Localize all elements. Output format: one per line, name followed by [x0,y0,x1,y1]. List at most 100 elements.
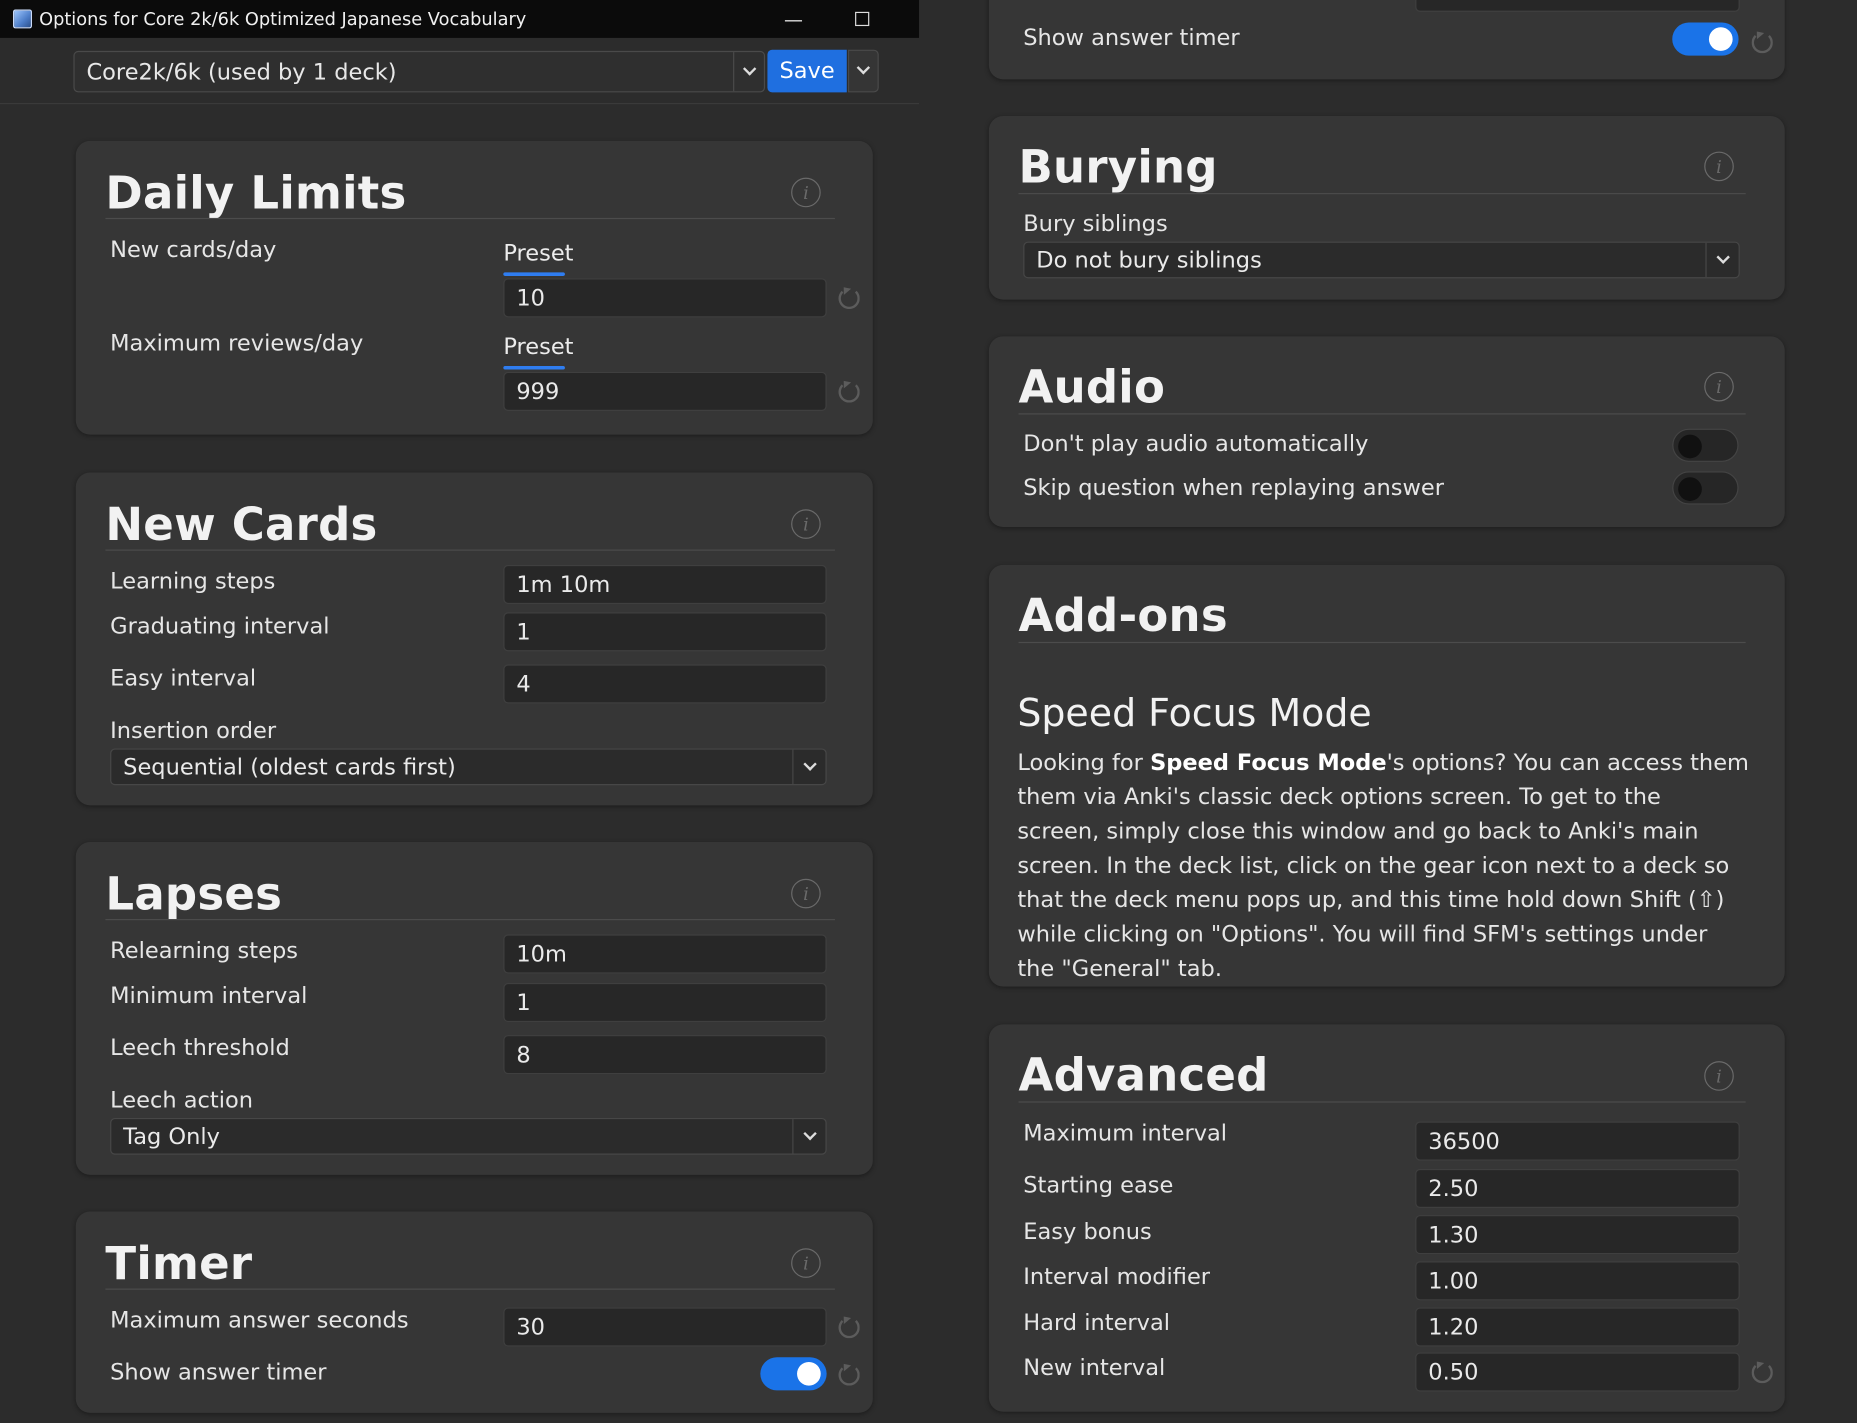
section-divider [1018,1101,1746,1103]
revert-icon[interactable] [1751,31,1773,54]
leech-threshold-label: Leech threshold [110,1035,290,1062]
maximum-interval-label: Maximum interval [1023,1120,1228,1147]
max-reviews-per-day-input[interactable]: 999 [503,371,827,411]
maximum-interval-input[interactable]: 36500 [1415,1121,1740,1161]
graduating-interval-input[interactable]: 1 [503,612,827,652]
toggle-knob [797,1361,821,1386]
show-answer-timer-label: Show answer timer [110,1359,327,1386]
description-text-end: 's options? You can access them them via… [1017,749,1749,982]
show-answer-timer-toggle[interactable] [760,1357,827,1391]
maximize-button[interactable] [838,0,885,38]
description-text-start: Looking for [1017,749,1151,776]
advanced-card: Advanced i Maximum interval 36500 Starti… [988,1024,1785,1412]
revert-icon[interactable] [1751,1361,1773,1384]
graduating-interval-label: Graduating interval [110,613,330,640]
interval-modifier-input[interactable]: 1.00 [1415,1261,1740,1301]
new-cards-card: New Cards i Learning steps 1m 10m Gradua… [75,472,873,806]
easy-bonus-input[interactable]: 1.30 [1415,1215,1740,1255]
save-button[interactable]: Save [767,49,847,93]
new-cards-per-day-input[interactable]: 10 [503,278,827,318]
insertion-order-value: Sequential (oldest cards first) [123,753,456,780]
easy-interval-label: Easy interval [110,665,257,692]
minimum-interval-input[interactable]: 1 [503,982,827,1023]
insertion-order-select[interactable]: Sequential (oldest cards first) [110,748,827,786]
section-divider [1018,193,1746,195]
save-options-button[interactable] [847,49,879,93]
easy-interval-input[interactable]: 4 [503,664,827,704]
section-divider [105,1288,835,1290]
toggle-knob [1678,434,1702,459]
insertion-order-label: Insertion order [110,717,277,744]
minimize-button[interactable]: — [770,0,817,38]
interval-modifier-label: Interval modifier [1023,1263,1211,1290]
max-answer-seconds-input[interactable]: 30 [503,1307,827,1347]
relearning-steps-label: Relearning steps [110,937,298,965]
window-titlebar: Options for Core 2k/6k Optimized Japanes… [0,0,920,38]
burying-card: Burying i Bury siblings Do not bury sibl… [988,116,1785,300]
bury-siblings-select[interactable]: Do not bury siblings [1023,241,1740,279]
section-divider [1018,413,1746,415]
window-title: Options for Core 2k/6k Optimized Japanes… [39,8,527,30]
info-icon[interactable]: i [791,177,821,208]
info-icon[interactable]: i [791,1248,821,1278]
bury-siblings-label: Bury siblings [1023,210,1168,237]
new-interval-input[interactable]: 0.50 [1415,1352,1740,1392]
section-divider [105,919,835,921]
info-icon[interactable]: i [791,878,821,909]
daily-limits-title: Daily Limits [105,166,407,220]
leech-action-label: Leech action [110,1087,254,1114]
maximize-icon [855,11,870,27]
lapses-title: Lapses [105,868,283,921]
show-answer-timer-toggle[interactable] [1672,22,1739,56]
revert-icon[interactable] [838,1316,860,1339]
revert-icon[interactable] [838,1364,860,1386]
timer-title: Timer [105,1237,253,1290]
revert-icon[interactable] [838,287,860,310]
chevron-down-icon [792,749,825,785]
hard-interval-input[interactable]: 1.20 [1415,1307,1740,1347]
minimum-interval-label: Minimum interval [110,982,308,1010]
description-bold-text: Speed Focus Mode [1150,749,1387,776]
daily-limits-card: Daily Limits i New cards/day Preset 10 M… [75,140,873,435]
info-icon[interactable]: i [1704,1061,1734,1091]
toggle-knob [1708,27,1733,51]
leech-action-select[interactable]: Tag Only [110,1117,827,1155]
leech-threshold-input[interactable]: 8 [503,1035,827,1075]
skip-question-label: Skip question when replaying answer [1023,474,1445,501]
section-divider [105,549,835,551]
audio-title: Audio [1018,361,1166,414]
preset-toolbar: Core2k/6k (used by 1 deck) Save [0,38,920,105]
new-cards-preset-tab[interactable]: Preset [503,240,574,276]
info-icon[interactable]: i [1704,371,1734,402]
max-reviews-per-day-label: Maximum reviews/day [110,330,364,357]
learning-steps-input[interactable]: 1m 10m [503,564,827,604]
app-icon [13,9,32,29]
hard-interval-label: Hard interval [1023,1309,1171,1336]
info-icon[interactable]: i [791,509,821,539]
max-reviews-preset-tab[interactable]: Preset [503,334,574,370]
chevron-down-icon [1705,242,1738,278]
addons-card: Add-ons Speed Focus Mode Looking for Spe… [988,564,1785,987]
new-interval-label: New interval [1023,1354,1166,1381]
show-answer-timer-label: Show answer timer [1023,24,1240,51]
new-cards-title: New Cards [105,498,378,551]
dont-play-audio-label: Don't play audio automatically [1023,431,1369,458]
max-answer-seconds-input-partial[interactable] [1415,0,1740,12]
lapses-card: Lapses i Relearning steps 10m Minimum in… [75,842,873,1175]
skip-question-toggle[interactable] [1672,471,1739,505]
learning-steps-label: Learning steps [110,568,276,595]
audio-card: Audio i Don't play audio automatically S… [988,336,1785,528]
timer-card: Timer i Maximum answer seconds 30 Show a… [75,1211,873,1413]
relearning-steps-input[interactable]: 10m [503,934,827,974]
section-divider [1018,641,1746,644]
max-answer-seconds-label: Maximum answer seconds [110,1307,409,1334]
preset-select-value: Core2k/6k (used by 1 deck) [86,58,397,85]
starting-ease-input[interactable]: 2.50 [1415,1168,1740,1208]
revert-icon[interactable] [838,381,860,403]
leech-action-value: Tag Only [123,1123,220,1150]
dont-play-audio-toggle[interactable] [1672,428,1739,462]
info-icon[interactable]: i [1704,151,1734,182]
toggle-knob [1678,477,1702,501]
preset-select[interactable]: Core2k/6k (used by 1 deck) [73,50,766,93]
addons-title: Add-ons [1018,589,1228,642]
